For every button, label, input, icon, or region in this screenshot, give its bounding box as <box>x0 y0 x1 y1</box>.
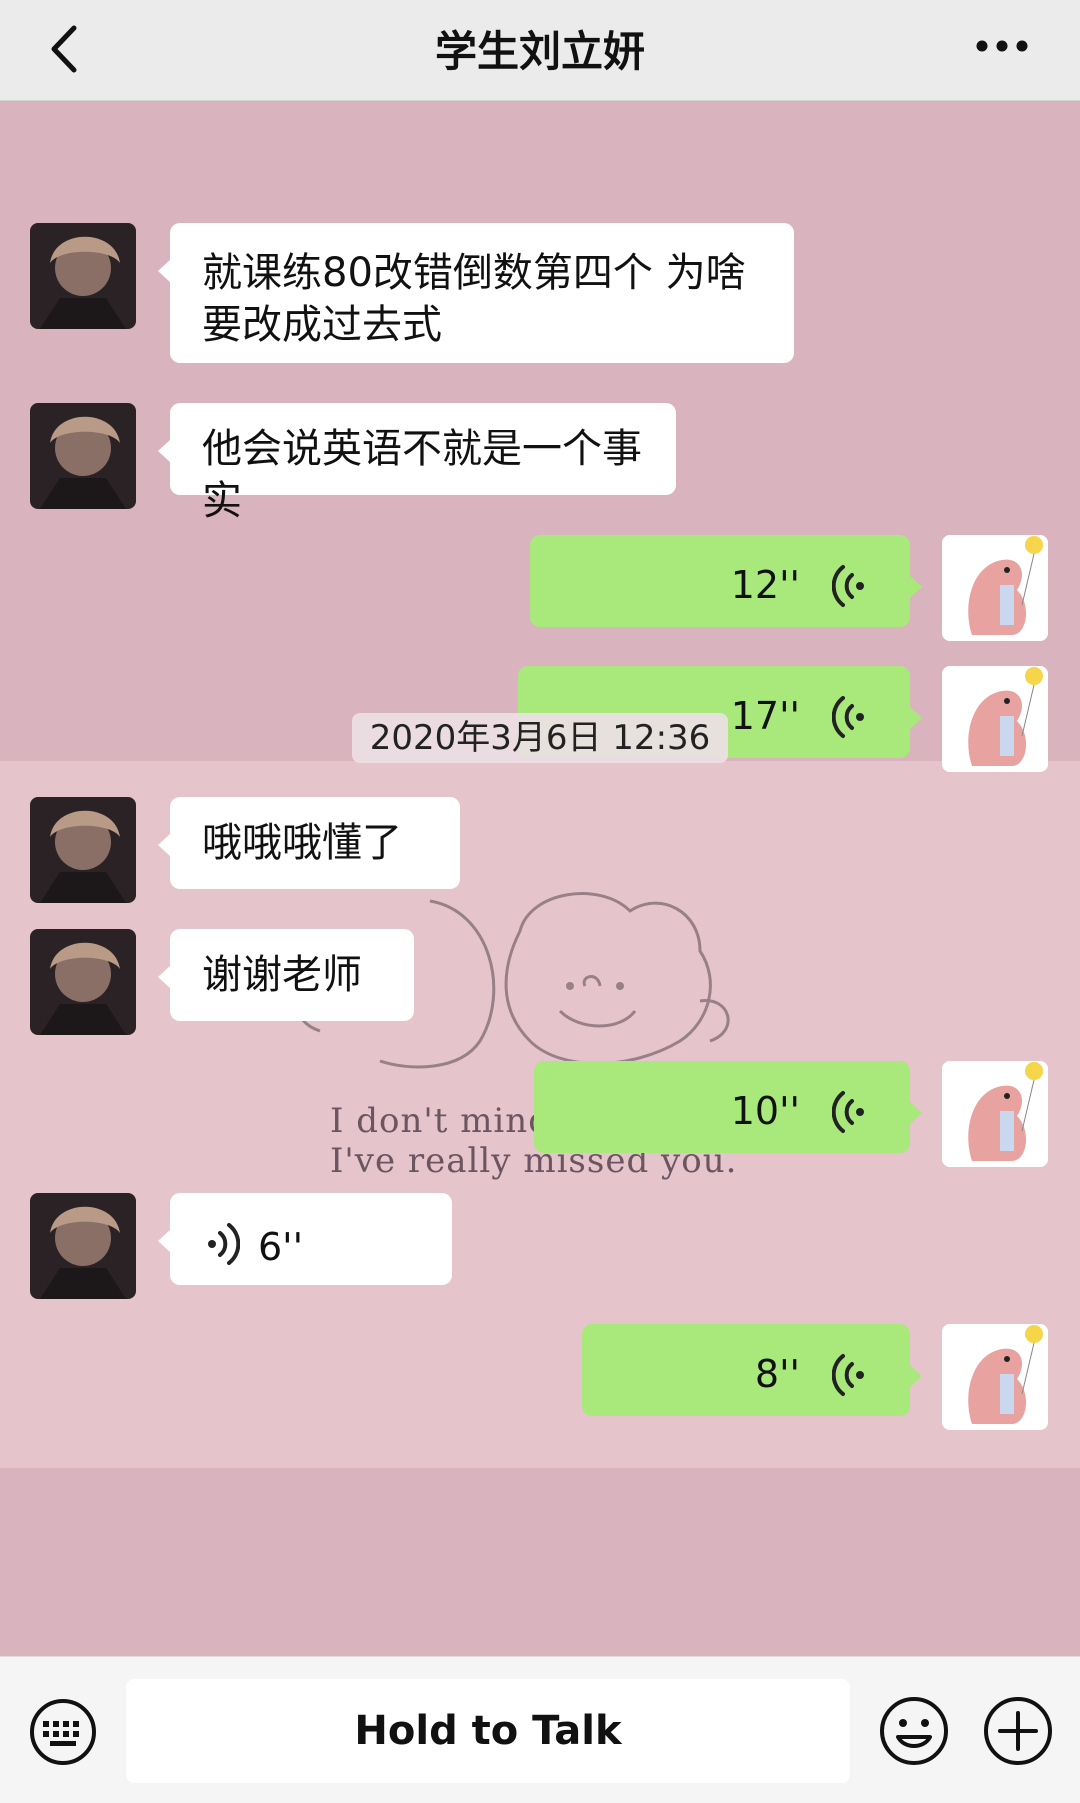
contact-avatar[interactable] <box>30 223 136 329</box>
message-text: 他会说英语不就是一个事实 <box>202 426 642 524</box>
hold-to-talk-button[interactable]: Hold to Talk <box>126 1679 850 1783</box>
emoji-icon <box>880 1697 948 1765</box>
plus-circle-icon <box>984 1697 1052 1765</box>
my-avatar[interactable] <box>942 1061 1048 1167</box>
voice-message-outgoing[interactable]: 12'' <box>530 535 922 627</box>
voice-wave-icon <box>832 696 864 738</box>
message-bubble-incoming[interactable]: 就课练80改错倒数第四个 为啥要改成过去式 <box>158 223 794 363</box>
contact-avatar[interactable] <box>30 929 136 1035</box>
voice-duration: 10'' <box>730 1089 800 1133</box>
voice-duration: 6'' <box>258 1225 304 1269</box>
message-bubble-incoming[interactable]: 他会说英语不就是一个事实 <box>158 403 676 524</box>
my-avatar[interactable] <box>942 535 1048 641</box>
voice-message-outgoing[interactable]: 10'' <box>534 1061 922 1153</box>
voice-message-incoming[interactable]: 6'' <box>158 1193 452 1285</box>
chat-area[interactable]: I don't mind telling you I've really mis… <box>0 101 1080 1656</box>
chat-title: 学生刘立妍 <box>434 27 645 76</box>
voice-duration: 17'' <box>730 694 800 738</box>
input-bar: Hold to Talk <box>0 1656 1080 1803</box>
message-text: 谢谢老师 <box>202 952 362 998</box>
voice-wave-icon <box>832 565 864 607</box>
chat-header: 学生刘立妍 <box>0 0 1080 101</box>
emoji-button[interactable] <box>878 1695 950 1767</box>
voice-message-outgoing[interactable]: 8'' <box>582 1324 922 1416</box>
keyboard-toggle-button[interactable] <box>28 1697 98 1767</box>
voice-wave-icon <box>208 1223 240 1265</box>
voice-wave-icon <box>832 1091 864 1133</box>
more-dots-icon <box>976 40 1028 52</box>
voice-duration: 12'' <box>730 563 800 607</box>
message-text: 就课练80改错倒数第四个 为啥要改成过去式 <box>202 250 746 348</box>
more-button[interactable] <box>972 26 1032 66</box>
more-actions-button[interactable] <box>982 1695 1054 1767</box>
contact-avatar[interactable] <box>30 1193 136 1299</box>
timestamp-label: 2020年3月6日 12:36 <box>352 713 728 763</box>
my-avatar[interactable] <box>942 666 1048 772</box>
message-bubble-incoming[interactable]: 谢谢老师 <box>158 929 414 1021</box>
message-bubble-incoming[interactable]: 哦哦哦懂了 <box>158 797 460 889</box>
voice-duration: 8'' <box>754 1352 800 1396</box>
keyboard-icon <box>30 1699 96 1765</box>
my-avatar[interactable] <box>942 1324 1048 1430</box>
contact-avatar[interactable] <box>30 797 136 903</box>
voice-wave-icon <box>832 1354 864 1396</box>
message-text: 哦哦哦懂了 <box>202 820 402 866</box>
contact-avatar[interactable] <box>30 403 136 509</box>
